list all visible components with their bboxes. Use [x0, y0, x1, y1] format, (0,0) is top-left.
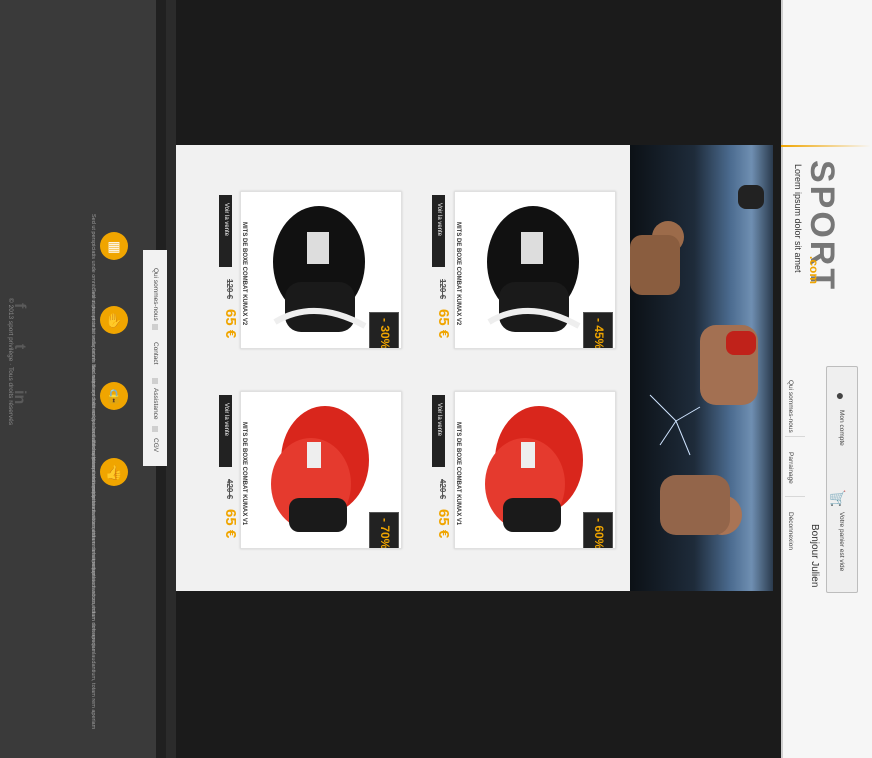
old-price: 120 €: [438, 279, 447, 300]
product-card[interactable]: MITS DE BOXE COMBAT KUMAX V2 - 45%: [454, 191, 616, 349]
cart-icon[interactable]: 🛒: [828, 488, 848, 508]
see-sale-button[interactable]: Voir la vente: [432, 395, 445, 467]
discount-badge: - 70%: [369, 512, 399, 548]
footer-link-assistance[interactable]: Assistance: [152, 388, 159, 419]
old-price: 420 €: [438, 479, 447, 500]
discount-badge: - 60%: [583, 512, 613, 548]
see-sale-button[interactable]: Voir la vente: [219, 395, 232, 467]
glove-image: [485, 406, 583, 532]
greeting: Bonjour Julien: [809, 524, 820, 588]
footer-link-contact[interactable]: Contact: [152, 342, 159, 364]
sales-grid: MITS DE BOXE COMBAT KUMAX V2 - 45% Voir …: [176, 145, 630, 591]
footer-link-cgv[interactable]: CGV: [152, 438, 159, 452]
product-name: MITS DE BOXE COMBAT KUMAX V2: [455, 222, 461, 326]
header-accent-line: [781, 145, 871, 147]
feature-item: ▦ Sed ut perspiciatis unde omnis iste na…: [0, 214, 156, 503]
footer: [0, 0, 156, 758]
glove-image: [487, 206, 581, 332]
thumb-up-icon: 👍: [100, 458, 128, 486]
glove-image: [271, 406, 369, 532]
nav-logout[interactable]: Déconnexion: [787, 512, 794, 550]
copyright-text: © 2013 sport privilège · Tous droits rés…: [7, 298, 14, 426]
new-price: 65 €: [222, 309, 239, 339]
hero-banner-image: [630, 145, 773, 591]
feature-text: Sed ut perspiciatis unde omnis iste natu…: [89, 364, 96, 653]
cart-status: Votre panier est vide: [838, 512, 845, 572]
see-sale-button[interactable]: Voir la vente: [432, 195, 445, 267]
new-price: 65 €: [222, 509, 239, 539]
product-card[interactable]: MITS DE BOXE COMBAT KUMAX V1 - 60%: [454, 391, 616, 549]
product-name: MITS DE BOXE COMBAT KUMAX V1: [241, 422, 247, 526]
tagline: Lorem ipsum dolor sit amet: [793, 164, 803, 273]
old-price: 420 €: [225, 479, 234, 500]
footer-nav-separator: [152, 426, 158, 432]
product-name: MITS DE BOXE COMBAT KUMAX V2: [241, 222, 247, 326]
nav-about[interactable]: Qui sommes-nous: [787, 380, 794, 433]
nav-divider: [785, 436, 805, 437]
footer-nav: Qui sommes-nous Contact Assistance CGV: [143, 250, 167, 466]
glove-image: [273, 206, 367, 332]
product-name: MITS DE BOXE COMBAT KUMAX V1: [455, 422, 461, 526]
nav-referral[interactable]: Parrainage: [787, 452, 794, 484]
linkedin-icon[interactable]: in: [11, 390, 42, 408]
see-sale-button[interactable]: Voir la vente: [219, 195, 232, 267]
discount-badge: - 30%: [369, 312, 399, 348]
discount-badge: - 45%: [583, 312, 613, 348]
old-price: 120 €: [225, 279, 234, 300]
thumb-down-icon: ✋: [100, 306, 128, 334]
user-icon: ●: [835, 387, 845, 403]
footer-nav-separator: [152, 324, 158, 330]
feature-text: Sed ut perspiciatis unde omnis iste natu…: [89, 288, 96, 577]
account-link[interactable]: Mon compte: [838, 410, 845, 446]
nav-divider: [785, 496, 805, 497]
footer-divider: [166, 0, 176, 758]
footer-nav-separator: [152, 378, 158, 384]
product-card[interactable]: MITS DE BOXE COMBAT KUMAX V1 - 70%: [240, 391, 402, 549]
feature-item: ✋ Sed ut perspiciatis unde omnis iste na…: [0, 288, 156, 577]
product-card[interactable]: MITS DE BOXE COMBAT KUMAX V2 - 30%: [240, 191, 402, 349]
logo-domain: .com: [807, 256, 821, 285]
feature-text: Sed ut perspiciatis unde omnis iste natu…: [89, 440, 96, 729]
footer-link-about[interactable]: Qui sommes-nous: [152, 268, 159, 321]
card-icon: ▦: [100, 232, 128, 260]
lock-icon: 🔒: [100, 382, 128, 410]
twitter-icon[interactable]: t: [11, 344, 33, 362]
feature-item: 👍 Sed ut perspiciatis unde omnis iste na…: [0, 440, 156, 729]
facebook-icon[interactable]: f: [11, 303, 33, 321]
feature-text: Sed ut perspiciatis unde omnis iste natu…: [89, 214, 96, 503]
boxers-illustration: [630, 185, 764, 535]
new-price: 65 €: [435, 309, 452, 339]
new-price: 65 €: [435, 509, 452, 539]
